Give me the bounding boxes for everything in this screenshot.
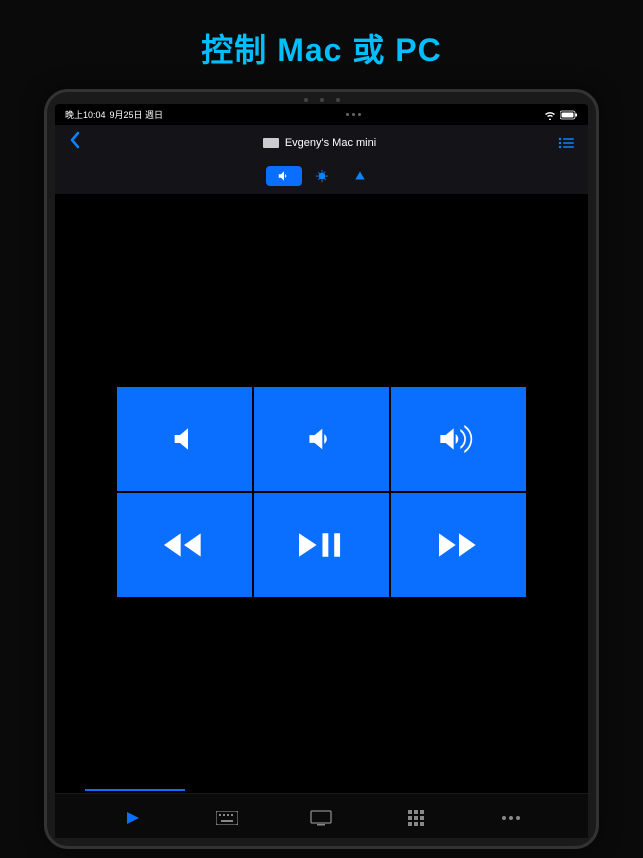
marketing-title: 控制 Mac 或 PC bbox=[0, 0, 643, 89]
list-button[interactable] bbox=[558, 137, 574, 149]
segment-control bbox=[55, 160, 588, 194]
screen: 晚上10:04 9月25日 週日 Evgeny's Mac mi bbox=[55, 104, 588, 838]
wifi-icon bbox=[544, 110, 556, 120]
nav-bar: Evgeny's Mac mini bbox=[55, 125, 588, 160]
battery-icon bbox=[560, 110, 578, 120]
status-center bbox=[346, 113, 361, 116]
play-pause-button[interactable] bbox=[254, 493, 389, 597]
tab-display[interactable] bbox=[296, 806, 346, 830]
tab-keyboard[interactable] bbox=[202, 806, 252, 830]
fast-forward-button[interactable] bbox=[391, 493, 526, 597]
tab-grid[interactable] bbox=[391, 806, 441, 830]
tab-bar bbox=[55, 793, 588, 838]
tab-play[interactable] bbox=[107, 806, 157, 830]
status-date: 9月25日 週日 bbox=[110, 108, 164, 121]
segment-navigation[interactable] bbox=[342, 166, 378, 186]
segment-volume[interactable] bbox=[266, 166, 302, 186]
volume-up-button[interactable] bbox=[391, 387, 526, 491]
device-name: Evgeny's Mac mini bbox=[285, 137, 376, 149]
back-button[interactable] bbox=[69, 131, 81, 154]
content-area bbox=[55, 194, 588, 789]
mute-button[interactable] bbox=[117, 387, 252, 491]
tab-more[interactable] bbox=[486, 806, 536, 830]
camera-dots bbox=[47, 92, 596, 104]
status-left: 晚上10:04 9月25日 週日 bbox=[65, 108, 163, 121]
volume-down-button[interactable] bbox=[254, 387, 389, 491]
tab-indicator bbox=[85, 789, 185, 791]
status-right bbox=[544, 110, 578, 120]
status-bar: 晚上10:04 9月25日 週日 bbox=[55, 104, 588, 125]
status-time: 晚上10:04 bbox=[65, 108, 106, 121]
rewind-button[interactable] bbox=[117, 493, 252, 597]
tablet-frame: 晚上10:04 9月25日 週日 Evgeny's Mac mi bbox=[44, 89, 599, 849]
control-grid bbox=[117, 387, 527, 597]
device-title: Evgeny's Mac mini bbox=[263, 137, 376, 149]
device-icon bbox=[263, 138, 279, 148]
segment-brightness[interactable] bbox=[304, 166, 340, 186]
